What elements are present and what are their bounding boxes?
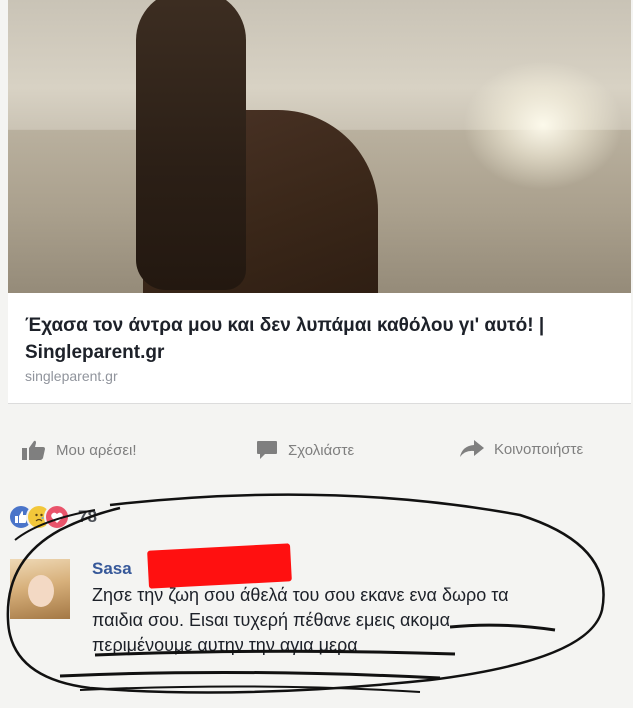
share-button[interactable]: Κοινοποιήστε (460, 440, 583, 458)
comment-button[interactable]: Σχολιάστε (256, 440, 354, 460)
comment-item: Sasa Ζησε την ζωη σου άθελά του σου εκαν… (0, 543, 633, 695)
link-title[interactable]: Έχασα τον άντρα μου και δεν λυπάμαι καθό… (25, 312, 615, 366)
comment-author[interactable]: Sasa (92, 559, 132, 579)
comment-icon (257, 441, 277, 459)
thumbs-up-icon (22, 440, 45, 460)
link-domain: singleparent.gr (25, 368, 118, 384)
comment-line-1: Ζησε την ζωη σου άθελά του σου εκανε ενα… (92, 585, 509, 605)
facebook-post-card: Έχασα τον άντρα μου και δεν λυπάμαι καθό… (0, 0, 633, 708)
like-label: Μου αρέσει! (56, 441, 137, 459)
share-arrow-icon (460, 440, 484, 457)
avatar-face (28, 575, 54, 607)
comment-text: Ζησε την ζωη σου άθελά του σου εκανε ενα… (92, 583, 632, 658)
redaction-mark (147, 543, 292, 589)
comment-line-3: περιμένουμε αυτην την αγια μερα (92, 635, 358, 655)
sun-glare (463, 60, 623, 190)
avatar[interactable] (10, 559, 70, 619)
action-bar: Μου αρέσει! Σχολιάστε Κοινοποιήστε (0, 430, 633, 472)
comment-line-2: παιδια σου. Ειsαι τυχερή πέθανε εμεις ακ… (92, 610, 451, 630)
love-icon (44, 504, 70, 530)
comment-label: Σχολιάστε (288, 441, 355, 459)
reaction-summary[interactable]: 78 (8, 504, 97, 530)
woman-hair (136, 0, 246, 290)
share-label: Κοινοποιήστε (494, 440, 584, 458)
link-preview[interactable]: Έχασα τον άντρα μου και δεν λυπάμαι καθό… (8, 293, 631, 404)
article-image[interactable] (8, 0, 631, 293)
reaction-count: 78 (78, 507, 97, 526)
like-button[interactable]: Μου αρέσει! (22, 440, 137, 460)
